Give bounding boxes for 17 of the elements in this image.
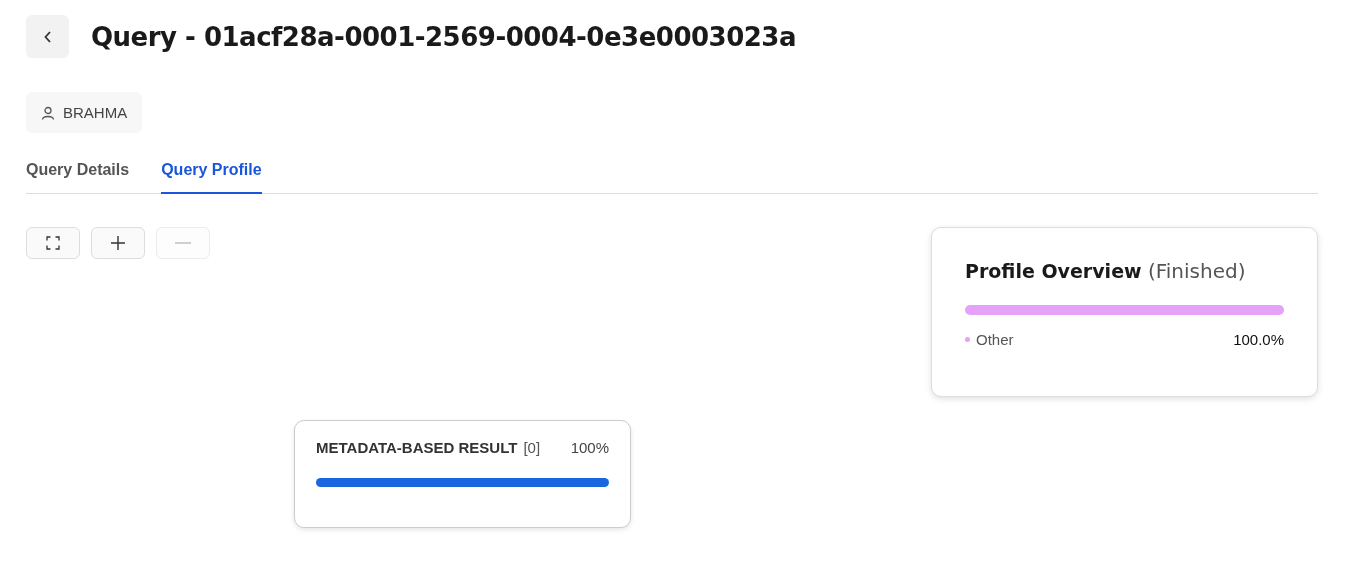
zoom-in-button[interactable] xyxy=(91,227,145,259)
plus-icon xyxy=(110,235,126,251)
fit-view-button[interactable] xyxy=(26,227,80,259)
chevron-left-icon xyxy=(42,29,53,44)
node-name: METADATA-BASED RESULT xyxy=(316,439,518,456)
user-name: BRAHMA xyxy=(63,104,128,121)
node-percent: 100% xyxy=(570,439,609,456)
fullscreen-icon xyxy=(46,236,60,250)
page-title: Query - 01acf28a-0001-2569-0004-0e3e0003023a xyxy=(91,21,796,52)
legend-label: Other xyxy=(976,331,1014,348)
tab[interactable]: Query Details xyxy=(26,157,130,194)
legend-percent: 100.0% xyxy=(1233,331,1284,348)
overview-title: Profile Overview (Finished) xyxy=(965,259,1247,283)
node-id: [0] xyxy=(523,439,541,456)
tab[interactable]: Query Profile xyxy=(161,157,262,194)
person-icon xyxy=(41,105,55,120)
minus-icon xyxy=(175,242,191,244)
